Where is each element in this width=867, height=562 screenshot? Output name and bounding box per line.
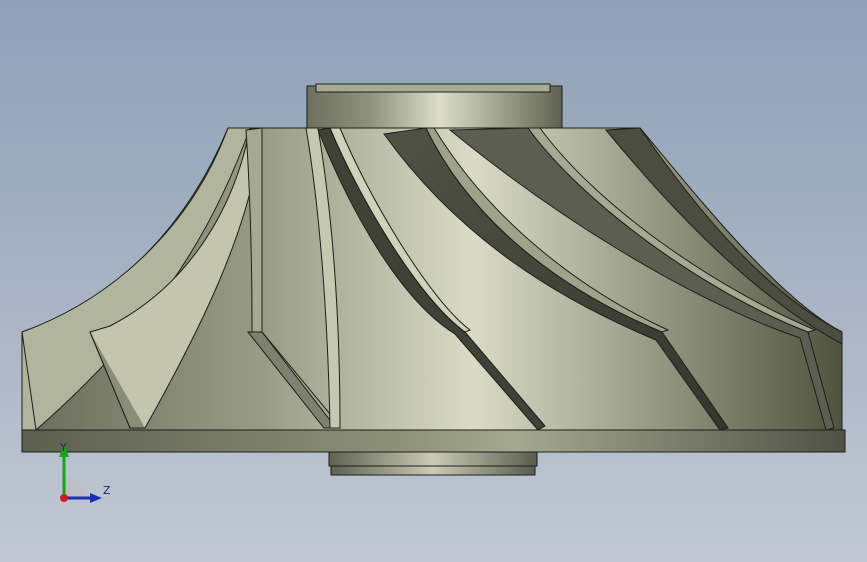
top-hub[interactable] [306, 83, 563, 135]
triad-graphic [59, 444, 102, 503]
axis-triad: Y Z [44, 440, 124, 510]
base-flange[interactable] [21, 429, 846, 453]
graphics-viewport[interactable]: Y Z [0, 0, 867, 562]
triad-z-label: Z [103, 484, 111, 497]
impeller-model[interactable] [0, 0, 867, 562]
bottom-boss[interactable] [328, 451, 538, 476]
triad-y-label: Y [60, 441, 67, 454]
